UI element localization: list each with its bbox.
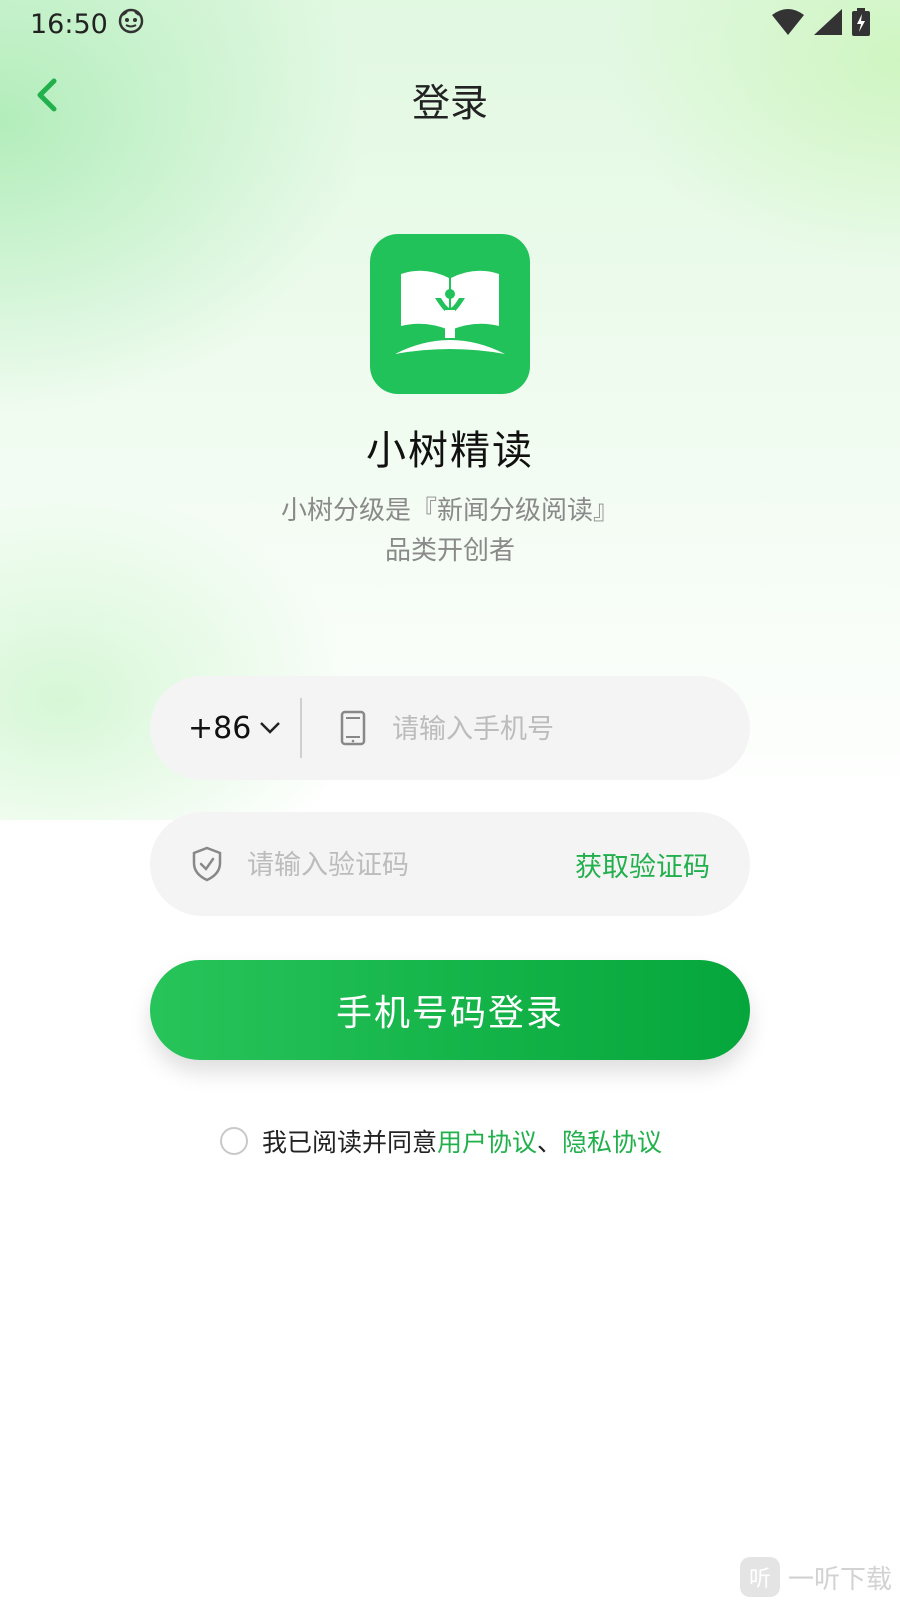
slogan-line-2: 品类开创者 (384, 536, 515, 566)
app-name: 小树精读 (366, 428, 534, 474)
watermark-badge: 听 (740, 1557, 780, 1597)
country-code-value: +86 (188, 710, 252, 746)
phone-icon (340, 676, 366, 780)
privacy-agreement-link[interactable]: 隐私协议 (562, 1123, 662, 1159)
wifi-icon (772, 9, 804, 39)
notification-app-icon (118, 8, 144, 41)
status-time: 16:50 (30, 8, 108, 40)
verification-code-field: 获取验证码 (150, 812, 750, 918)
page-title: 登录 (411, 81, 488, 125)
phone-field: +86 (150, 676, 750, 782)
country-code-selector[interactable]: +86 (188, 676, 281, 780)
get-code-button[interactable]: 获取验证码 (575, 812, 710, 916)
status-bar: 16:50 (0, 0, 900, 48)
cell-signal-icon (814, 9, 842, 39)
shield-check-icon (192, 812, 222, 916)
watermark-text: 一听下载 (788, 1564, 893, 1595)
phone-input[interactable] (390, 676, 724, 782)
field-divider (300, 698, 302, 758)
agreement-checkbox[interactable] (220, 1127, 248, 1155)
agreement-row: 我已阅读并同意 用户协议 、 隐私协议 (220, 1123, 662, 1159)
phone-login-button[interactable]: 手机号码登录 (150, 960, 750, 1060)
verification-code-input[interactable] (245, 812, 549, 918)
book-tree-icon (395, 270, 505, 354)
watermark: 听 一听下载 (740, 1556, 892, 1598)
agreement-prefix: 我已阅读并同意 (262, 1128, 438, 1157)
app-logo (370, 234, 530, 394)
header: 登录 (0, 60, 900, 130)
agreement-separator: 、 (537, 1128, 563, 1157)
battery-charging-icon (852, 8, 870, 40)
user-agreement-link[interactable]: 用户协议 (437, 1123, 537, 1159)
chevron-down-icon (260, 722, 281, 734)
slogan-line-1: 小树分级是『新闻分级阅读』 (280, 496, 619, 526)
